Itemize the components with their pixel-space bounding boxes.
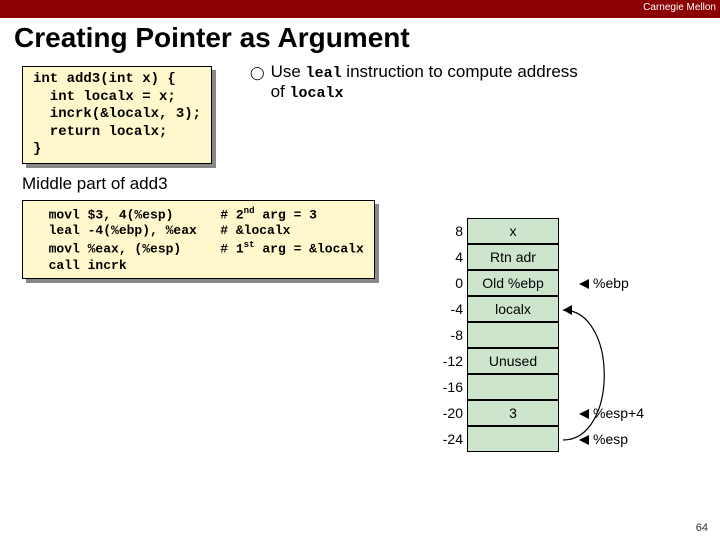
- arrow-left-icon: [579, 435, 589, 445]
- stack-cell: Old %ebp: [467, 270, 559, 296]
- stack-offset: -24: [435, 431, 463, 447]
- stack-offset: -16: [435, 379, 463, 395]
- stack-annot-text: %esp: [593, 431, 628, 447]
- middle-label: Middle part of add3: [0, 168, 720, 194]
- stack-row: 0Old %ebp %ebp: [435, 270, 644, 296]
- stack-row: -8: [435, 322, 644, 348]
- arrow-left-icon: [579, 279, 589, 289]
- stack-offset: 0: [435, 275, 463, 291]
- stack-offset: -8: [435, 327, 463, 343]
- stack-cell: [467, 322, 559, 348]
- stack-cell: [467, 426, 559, 452]
- page-number: 64: [696, 522, 708, 534]
- bullet-text: Use leal instruction to compute address …: [271, 62, 591, 102]
- stack-offset: 8: [435, 223, 463, 239]
- bullet-var: localx: [290, 85, 344, 102]
- stack-offset: -20: [435, 405, 463, 421]
- stack-annot-text: %ebp: [593, 275, 629, 291]
- stack-offset: 4: [435, 249, 463, 265]
- stack-row: -4localx: [435, 296, 644, 322]
- stack-cell: localx: [467, 296, 559, 322]
- stack-row: -203 %esp+4: [435, 400, 644, 426]
- ring-icon: ◯: [250, 62, 265, 84]
- slide-title: Creating Pointer as Argument: [0, 18, 720, 62]
- stack-annot: %esp+4: [579, 405, 644, 421]
- bullet-instr: leal: [306, 65, 342, 82]
- brand-bar: Carnegie Mellon: [0, 0, 720, 18]
- stack-row: 4Rtn adr: [435, 244, 644, 270]
- stack-cell: 3: [467, 400, 559, 426]
- bullet-lead: Use: [271, 62, 306, 81]
- stack-row: -24 %esp: [435, 426, 644, 452]
- stack-annot-text: %esp+4: [593, 405, 644, 421]
- bullet-desc: ◯ Use leal instruction to compute addres…: [220, 62, 591, 102]
- stack-annot: %ebp: [579, 275, 629, 291]
- stack-offset: -4: [435, 301, 463, 317]
- stack-cell: Rtn adr: [467, 244, 559, 270]
- c-code-box: int add3(int x) { int localx = x; incrk(…: [22, 66, 212, 164]
- asm-code-box: movl $3, 4(%esp) # 2nd arg = 3 leal -4(%…: [22, 200, 375, 280]
- stack-annot: %esp: [579, 431, 628, 447]
- asm-code: movl $3, 4(%esp) # 2nd arg = 3 leal -4(%…: [22, 200, 375, 280]
- stack-diagram: 8x4Rtn adr0Old %ebp%ebp-4localx-8-12Unus…: [435, 218, 644, 452]
- stack-cell: x: [467, 218, 559, 244]
- arrow-left-icon: [579, 409, 589, 419]
- stack-row: -16: [435, 374, 644, 400]
- stack-cell: Unused: [467, 348, 559, 374]
- row-code-and-bullet: int add3(int x) { int localx = x; incrk(…: [0, 62, 720, 168]
- stack-cell: [467, 374, 559, 400]
- stack-offset: -12: [435, 353, 463, 369]
- stack-row: 8x: [435, 218, 644, 244]
- stack-row: -12Unused: [435, 348, 644, 374]
- brand-text: Carnegie Mellon: [643, 2, 716, 13]
- c-code: int add3(int x) { int localx = x; incrk(…: [22, 66, 212, 164]
